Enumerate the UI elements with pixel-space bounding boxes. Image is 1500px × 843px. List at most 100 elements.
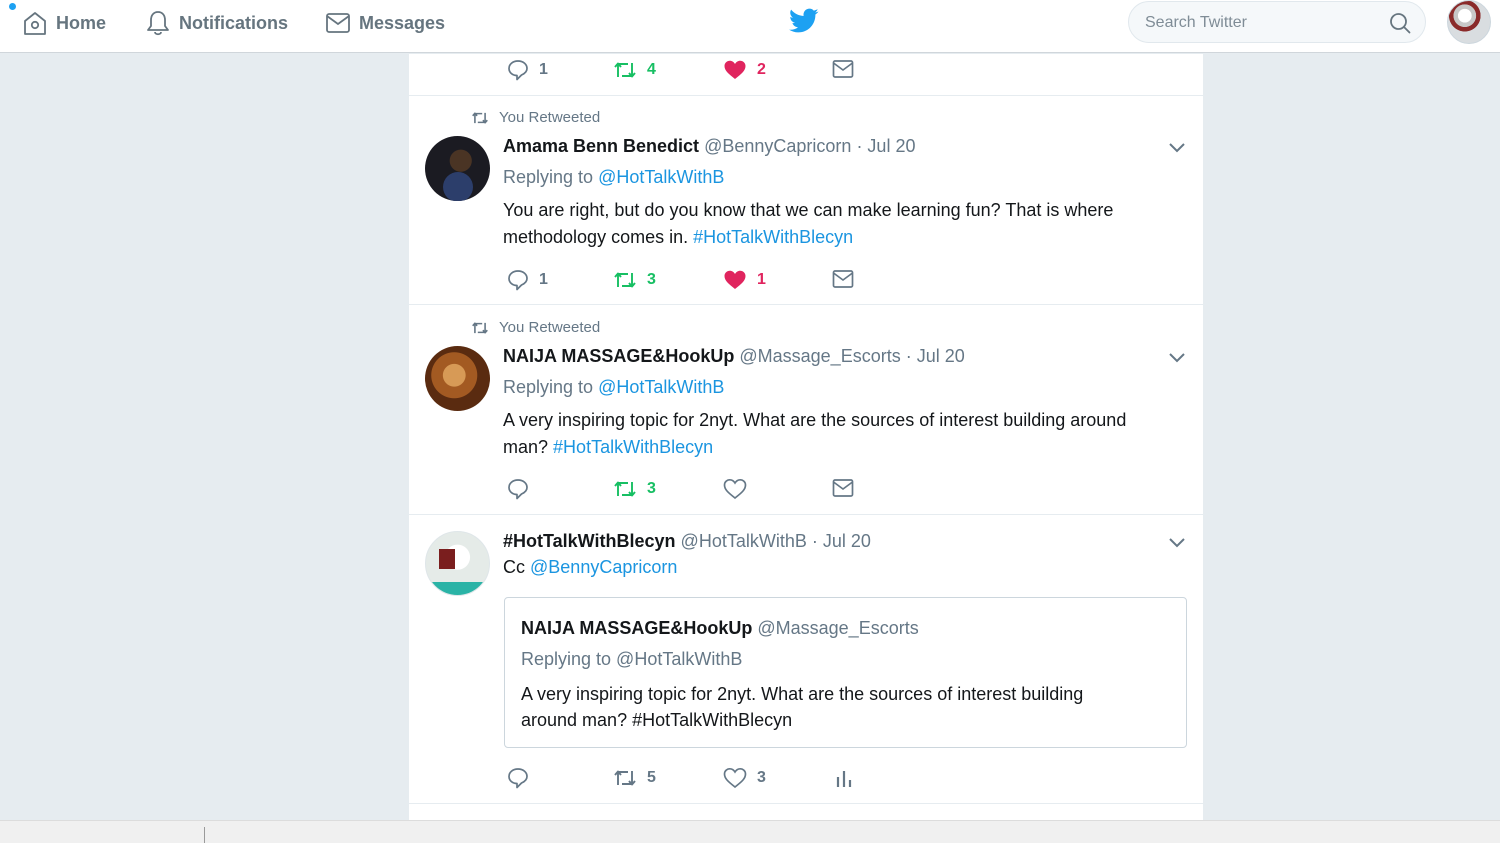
- author-handle[interactable]: @BennyCapricorn: [704, 136, 851, 156]
- retweet-context: You Retweeted: [471, 319, 600, 336]
- reply-count: 1: [539, 271, 548, 288]
- like-button[interactable]: 1: [723, 269, 767, 291]
- tweet-text-line: methodology comes in.: [503, 227, 689, 247]
- reply-count: 1: [539, 61, 548, 78]
- author-handle[interactable]: @Massage_Escorts: [739, 346, 900, 366]
- chevron-down-icon[interactable]: [1168, 140, 1186, 154]
- quoted-author-name: NAIJA MASSAGE&HookUp: [521, 618, 753, 638]
- tweet-text: You are right, but do you know that we c…: [503, 197, 1183, 251]
- retweet-icon: [614, 62, 636, 78]
- retweet-icon: [614, 770, 636, 786]
- search-box[interactable]: [1128, 1, 1426, 43]
- like-button[interactable]: [723, 478, 747, 500]
- hashtag-link[interactable]: #HotTalkWithBlecyn: [693, 227, 853, 247]
- avatar[interactable]: [425, 136, 490, 201]
- like-button[interactable]: 2: [723, 59, 767, 81]
- retweet-button[interactable]: 5: [613, 767, 657, 789]
- nav-home-label: Home: [56, 12, 107, 33]
- envelope-icon: [832, 270, 854, 288]
- timeline: 1 4 2 You Retweeted Amama Benn Benedict …: [409, 54, 1203, 820]
- tweet-date[interactable]: · Jul 20: [856, 136, 915, 156]
- profile-avatar-button[interactable]: [1447, 0, 1491, 44]
- author-name[interactable]: NAIJA MASSAGE&HookUp: [503, 346, 734, 366]
- tweet-text-line: man?: [503, 437, 549, 457]
- tweet-divider: [409, 304, 1203, 305]
- reply-icon: [508, 60, 528, 81]
- replying-to-handle[interactable]: @HotTalkWithB: [598, 377, 724, 397]
- replying-to-prefix: Replying to: [503, 167, 594, 187]
- bell-icon: [147, 11, 169, 36]
- author-name[interactable]: Amama Benn Benedict: [503, 136, 699, 156]
- retweet-button[interactable]: 4: [613, 59, 657, 81]
- reply-button[interactable]: 1: [507, 59, 549, 81]
- reply-button[interactable]: [507, 478, 529, 500]
- quoted-tweet[interactable]: NAIJA MASSAGE&HookUp @Massage_Escorts Re…: [504, 597, 1187, 748]
- avatar[interactable]: [425, 346, 490, 411]
- tweet-date[interactable]: · Jul 20: [812, 531, 871, 551]
- nav-messages-link[interactable]: Messages: [325, 0, 445, 46]
- retweet-icon: [472, 111, 488, 124]
- direct-message-button[interactable]: [832, 59, 854, 79]
- nav-notifications-label: Notifications: [179, 12, 289, 33]
- heart-icon: [723, 767, 747, 789]
- nav-notifications-link[interactable]: Notifications: [145, 0, 288, 46]
- retweet-count: 3: [647, 480, 656, 497]
- tweet-divider: [409, 95, 1203, 96]
- tweet-header: #HotTalkWithBlecyn @HotTalkWithB · Jul 2…: [503, 531, 871, 552]
- new-items-dot: [9, 3, 16, 10]
- reply-icon: [508, 479, 528, 500]
- retweet-button[interactable]: 3: [613, 269, 657, 291]
- window-bottom-bar: [0, 820, 1500, 843]
- hashtag-link[interactable]: #HotTalkWithBlecyn: [553, 437, 713, 457]
- replying-to: Replying to @HotTalkWithB: [503, 167, 724, 188]
- author-handle[interactable]: @HotTalkWithB: [681, 531, 807, 551]
- tweet-text: Cc @BennyCapricorn: [503, 554, 1183, 581]
- chevron-down-icon[interactable]: [1168, 535, 1186, 549]
- replying-to-prefix: Replying to: [503, 377, 594, 397]
- tweet-text-prefix: Cc: [503, 557, 525, 577]
- retweet-context: You Retweeted: [471, 109, 600, 126]
- retweet-count: 4: [647, 61, 656, 78]
- author-name[interactable]: #HotTalkWithBlecyn: [503, 531, 676, 551]
- analytics-icon: [836, 771, 852, 787]
- quoted-text-line: A very inspiring topic for 2nyt. What ar…: [521, 684, 1084, 704]
- direct-message-button[interactable]: [832, 269, 854, 289]
- quoted-tweet-header: NAIJA MASSAGE&HookUp @Massage_Escorts: [521, 618, 919, 639]
- tweet-text-line: You are right, but do you know that we c…: [503, 200, 1114, 220]
- tweet-date[interactable]: · Jul 20: [906, 346, 965, 366]
- like-count: 1: [757, 271, 766, 288]
- direct-message-button[interactable]: [832, 478, 854, 498]
- tweet-text-line: A very inspiring topic for 2nyt. What ar…: [503, 410, 1127, 430]
- retweet-count: 5: [647, 769, 656, 786]
- nav-home-link[interactable]: Home: [22, 0, 106, 46]
- quoted-tweet-text: A very inspiring topic for 2nyt. What ar…: [521, 681, 1161, 733]
- mention-link[interactable]: @BennyCapricorn: [530, 557, 677, 577]
- like-button[interactable]: 3: [723, 767, 767, 789]
- chevron-down-icon[interactable]: [1168, 350, 1186, 364]
- quoted-author-handle: @Massage_Escorts: [757, 618, 919, 638]
- envelope-icon: [326, 13, 350, 33]
- like-count: 3: [757, 769, 766, 786]
- tweet-text: A very inspiring topic for 2nyt. What ar…: [503, 407, 1193, 461]
- heart-icon: [723, 478, 747, 500]
- retweet-icon: [472, 321, 488, 334]
- heart-filled-icon: [724, 60, 746, 79]
- analytics-button[interactable]: [834, 767, 854, 789]
- search-icon[interactable]: [1389, 12, 1411, 34]
- search-input[interactable]: [1145, 12, 1375, 34]
- envelope-icon: [832, 60, 854, 78]
- like-count: 2: [757, 61, 766, 78]
- replying-to-handle[interactable]: @HotTalkWithB: [598, 167, 724, 187]
- avatar[interactable]: [425, 531, 490, 596]
- reply-icon: [508, 768, 528, 789]
- reply-button[interactable]: 1: [507, 269, 549, 291]
- retweet-count: 3: [647, 271, 656, 288]
- tweet-header: Amama Benn Benedict @BennyCapricorn · Ju…: [503, 136, 915, 157]
- tweet-header: NAIJA MASSAGE&HookUp @Massage_Escorts · …: [503, 346, 965, 367]
- twitter-bird-icon[interactable]: [789, 8, 819, 34]
- quoted-text-line: around man? #HotTalkWithBlecyn: [521, 710, 793, 730]
- reply-button[interactable]: [507, 767, 529, 789]
- tweet-divider: [409, 514, 1203, 515]
- nav-messages-label: Messages: [359, 12, 446, 33]
- retweet-button[interactable]: 3: [613, 478, 657, 500]
